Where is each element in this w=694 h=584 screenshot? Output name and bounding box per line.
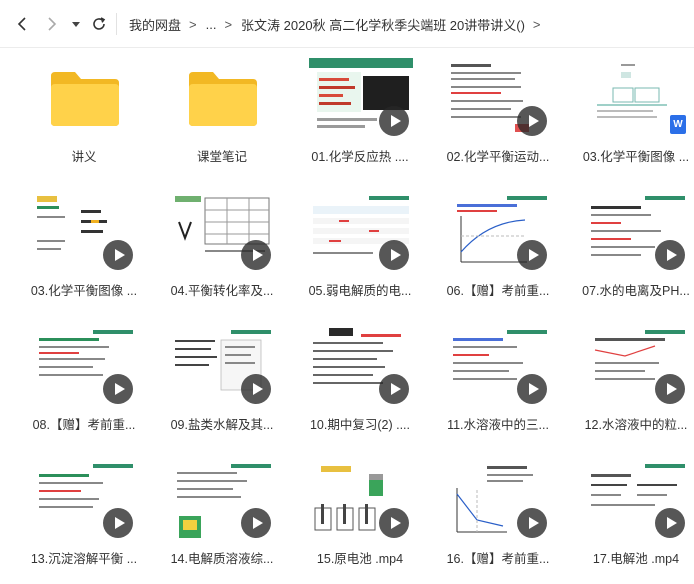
file-name: 05.弱电解质的电... [308, 284, 412, 298]
play-icon[interactable] [379, 106, 409, 136]
video-thumbnail [585, 460, 689, 542]
video-thumbnail [33, 192, 137, 274]
file-name: 13.沉淀溶解平衡 ... [30, 552, 138, 566]
folder-icon [51, 72, 119, 126]
play-icon[interactable] [241, 508, 271, 538]
play-icon[interactable] [517, 374, 547, 404]
chevron-right-icon: > [224, 16, 233, 32]
video-thumbnail [447, 58, 551, 140]
file-name: 06.【赠】考前重... [446, 284, 550, 298]
file-name: 08.【赠】考前重... [32, 418, 136, 432]
file-name: 10.期中复习(2) .... [309, 418, 411, 432]
video-thumbnail [171, 460, 275, 542]
video-item[interactable]: 12.水溶液中的粒... [552, 316, 690, 450]
video-thumbnail [585, 192, 689, 274]
play-icon[interactable] [517, 240, 547, 270]
file-name: 11.水溶液中的三... [447, 418, 549, 432]
video-thumbnail [585, 326, 689, 408]
video-thumbnail [447, 460, 551, 542]
navigation-bar: 我的网盘 > ... > 张文涛 2020秋 高二化学秋季尖端班 20讲带讲义(… [0, 0, 694, 48]
video-item[interactable]: 16.【赠】考前重... [414, 450, 552, 584]
refresh-icon[interactable] [88, 12, 110, 36]
breadcrumb-root[interactable]: 我的网盘 [129, 15, 181, 34]
play-icon[interactable] [379, 240, 409, 270]
file-name: 03.化学平衡图像 ... [30, 284, 138, 298]
file-name: 04.平衡转化率及... [170, 284, 274, 298]
file-name: 讲义 [71, 150, 97, 164]
breadcrumb-ellipsis[interactable]: ... [206, 17, 217, 32]
folder-icon [189, 72, 257, 126]
nav-divider [116, 13, 117, 35]
breadcrumb-current-folder[interactable]: 张文涛 2020秋 高二化学秋季尖端班 20讲带讲义() [241, 15, 525, 34]
folder-item[interactable]: 课堂笔记 [138, 48, 276, 182]
video-thumbnail [33, 460, 137, 542]
word-document-icon: W [670, 115, 686, 134]
file-name: 02.化学平衡运动... [446, 150, 550, 164]
play-icon[interactable] [517, 508, 547, 538]
video-thumbnail [309, 192, 413, 274]
file-name: 16.【赠】考前重... [446, 552, 550, 566]
video-item[interactable]: 10.期中复习(2) .... [276, 316, 414, 450]
chevron-right-icon[interactable]: > [533, 17, 541, 32]
video-thumbnail [171, 326, 275, 408]
video-item[interactable]: 04.平衡转化率及... [138, 182, 276, 316]
video-item[interactable]: 08.【赠】考前重... [0, 316, 138, 450]
video-item[interactable]: 01.化学反应热 .... [276, 48, 414, 182]
video-item[interactable]: 11.水溶液中的三... [414, 316, 552, 450]
file-name: 12.水溶液中的粒... [584, 418, 688, 432]
video-thumbnail [171, 192, 275, 274]
play-icon[interactable] [655, 374, 685, 404]
file-name: 17.电解池 .mp4 [592, 552, 680, 566]
video-item[interactable]: 14.电解质溶液综... [138, 450, 276, 584]
history-dropdown-icon[interactable] [68, 12, 84, 36]
video-item[interactable]: 03.化学平衡图像 ... [0, 182, 138, 316]
video-thumbnail [447, 326, 551, 408]
forward-arrow-icon[interactable] [40, 12, 64, 36]
video-item[interactable]: 02.化学平衡运动... [414, 48, 552, 182]
play-icon[interactable] [241, 374, 271, 404]
document-thumbnail: W [585, 58, 689, 140]
chevron-right-icon: > [189, 16, 197, 32]
video-thumbnail [309, 460, 413, 542]
file-name: 课堂笔记 [196, 150, 247, 164]
video-thumbnail [33, 326, 137, 408]
play-icon[interactable] [379, 374, 409, 404]
document-item[interactable]: W 03.化学平衡图像 ... [552, 48, 690, 182]
file-name: 03.化学平衡图像 ... [582, 150, 690, 164]
file-name: 07.水的电离及PH... [582, 284, 690, 298]
back-arrow-icon[interactable] [10, 12, 34, 36]
play-icon[interactable] [103, 240, 133, 270]
folder-item[interactable]: 讲义 [0, 48, 138, 182]
video-item[interactable]: 07.水的电离及PH... [552, 182, 690, 316]
video-item[interactable]: 15.原电池 .mp4 [276, 450, 414, 584]
breadcrumb: 我的网盘 > ... > 张文涛 2020秋 高二化学秋季尖端班 20讲带讲义(… [129, 14, 550, 34]
play-icon[interactable] [655, 508, 685, 538]
file-name: 15.原电池 .mp4 [316, 552, 404, 566]
video-item[interactable]: 13.沉淀溶解平衡 ... [0, 450, 138, 584]
file-name: 01.化学反应热 .... [311, 150, 409, 164]
play-icon[interactable] [517, 106, 547, 136]
file-name: 09.盐类水解及其... [170, 418, 274, 432]
video-item[interactable]: 17.电解池 .mp4 [552, 450, 690, 584]
play-icon[interactable] [379, 508, 409, 538]
play-icon[interactable] [655, 240, 685, 270]
video-thumbnail [447, 192, 551, 274]
video-item[interactable]: 09.盐类水解及其... [138, 316, 276, 450]
video-item[interactable]: 05.弱电解质的电... [276, 182, 414, 316]
play-icon[interactable] [103, 374, 133, 404]
file-name: 14.电解质溶液综... [170, 552, 274, 566]
play-icon[interactable] [241, 240, 271, 270]
video-item[interactable]: 06.【赠】考前重... [414, 182, 552, 316]
play-icon[interactable] [103, 508, 133, 538]
video-thumbnail [309, 326, 413, 408]
video-thumbnail [309, 58, 413, 140]
